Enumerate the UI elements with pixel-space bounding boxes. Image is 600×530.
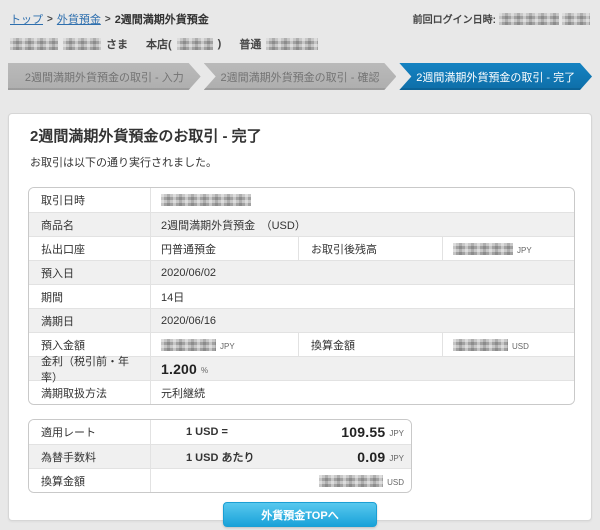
step-input: 2週間満期外貨預金の取引 - 入力 xyxy=(8,63,201,90)
row-value-2: JPY xyxy=(443,237,574,260)
row-value: 2週間満期外貨預金 （USD） xyxy=(151,213,574,236)
rate-basis: 1 USD あたり xyxy=(151,445,281,468)
row-value-2: USD xyxy=(443,333,574,356)
rate-basis: 1 USD = xyxy=(151,420,281,444)
account-info: さま 本店( ) 普通 xyxy=(8,36,592,52)
row-label: 為替手数料 xyxy=(29,445,151,468)
percent-unit: % xyxy=(201,366,208,375)
table-row-applied-rate: 適用レート 1 USD = 109.55 JPY xyxy=(29,420,411,444)
step-indicator: 2週間満期外貨預金の取引 - 入力 2週間満期外貨預金の取引 - 確認 2週間満… xyxy=(8,63,592,90)
rate-value: 0.09 JPY xyxy=(281,445,411,468)
redacted-deposit-amount xyxy=(161,339,216,351)
row-value: 1.200 % xyxy=(151,357,574,380)
redacted-transaction-datetime xyxy=(161,194,251,206)
table-row-interest-rate: 金利（税引前・年率） 1.200 % xyxy=(29,356,574,380)
row-value: 2020/06/16 xyxy=(151,309,574,332)
content-card: 2週間満期外貨預金のお取引 - 完了 お取引は以下の通り実行されました。 取引日… xyxy=(8,113,592,521)
step-complete: 2週間満期外貨預金の取引 - 完了 xyxy=(399,63,592,90)
step-confirm: 2週間満期外貨預金の取引 - 確認 xyxy=(204,63,397,90)
row-label: 払出口座 xyxy=(29,237,151,260)
branch-label: 本店( xyxy=(146,36,172,52)
breadcrumb-current: 2週間満期外貨預金 xyxy=(115,11,209,27)
row-value: 2020/06/02 xyxy=(151,261,574,284)
header: トップ > 外貨預金 > 2週間満期外貨預金 前回ログイン日時: xyxy=(8,8,592,27)
table-row-term: 期間 14日 xyxy=(29,284,574,308)
branch-label-close: ) xyxy=(218,38,222,50)
page: トップ > 外貨預金 > 2週間満期外貨預金 前回ログイン日時: さま 本店( … xyxy=(0,0,600,529)
currency-unit: JPY xyxy=(389,454,404,463)
redacted-converted-amount-usd xyxy=(319,475,383,487)
redacted-converted-amount xyxy=(453,339,508,351)
step-label: 2週間満期外貨預金の取引 - 確認 xyxy=(221,69,380,85)
step-label: 2週間満期外貨預金の取引 - 完了 xyxy=(416,69,575,85)
breadcrumb: トップ > 外貨預金 > 2週間満期外貨預金 xyxy=(10,11,209,27)
table-row-maturity-handling: 満期取扱方法 元利継続 xyxy=(29,380,574,404)
redacted-branch-code xyxy=(177,38,213,50)
redacted-login-time xyxy=(562,13,590,25)
breadcrumb-link-top[interactable]: トップ xyxy=(10,11,43,27)
redacted-customer-name xyxy=(10,38,58,50)
currency-unit: JPY xyxy=(220,342,235,351)
currency-unit: JPY xyxy=(517,246,532,255)
currency-unit: JPY xyxy=(389,429,404,438)
table-row-deposit-date: 預入日 2020/06/02 xyxy=(29,260,574,284)
redacted-customer-name-2 xyxy=(63,38,101,50)
account-type-label: 普通 xyxy=(239,36,261,52)
redacted-balance-after xyxy=(453,243,513,255)
last-login-label: 前回ログイン日時: xyxy=(413,11,496,26)
row-label: 満期取扱方法 xyxy=(29,381,151,404)
step-label: 2週間満期外貨預金の取引 - 入力 xyxy=(25,69,184,85)
row-label: 商品名 xyxy=(29,213,151,236)
row-label: 取引日時 xyxy=(29,188,151,212)
table-row-transaction-datetime: 取引日時 xyxy=(29,188,574,212)
table-row-exchange-fee: 為替手数料 1 USD あたり 0.09 JPY xyxy=(29,444,411,468)
currency-unit: USD xyxy=(387,478,404,487)
rate-table: 適用レート 1 USD = 109.55 JPY 為替手数料 1 USD あたり… xyxy=(28,419,412,493)
row-label-2: お取引後残高 xyxy=(299,237,443,260)
interest-rate-value: 1.200 xyxy=(161,361,197,377)
redacted-account-number xyxy=(266,38,318,50)
redacted-login-date xyxy=(499,13,559,25)
breadcrumb-separator: > xyxy=(105,14,111,25)
row-label: 満期日 xyxy=(29,309,151,332)
currency-unit: USD xyxy=(512,342,529,351)
table-row-converted-amount: 換算金額 USD xyxy=(29,468,411,492)
breadcrumb-link-foreign-deposit[interactable]: 外貨預金 xyxy=(57,11,101,27)
breadcrumb-separator: > xyxy=(47,14,53,25)
row-value: JPY xyxy=(151,333,299,356)
page-subtitle: お取引は以下の通り実行されました。 xyxy=(28,154,572,170)
last-login: 前回ログイン日時: xyxy=(413,11,590,26)
applied-rate-value: 109.55 xyxy=(341,424,385,440)
page-title: 2週間満期外貨預金のお取引 - 完了 xyxy=(28,125,572,146)
row-label: 期間 xyxy=(29,285,151,308)
rate-basis xyxy=(151,469,281,492)
customer-suffix: さま xyxy=(106,36,128,52)
row-value: 円普通預金 xyxy=(151,237,299,260)
transaction-table: 取引日時 商品名 2週間満期外貨預金 （USD） 払出口座 円普通預金 お取引後… xyxy=(28,187,575,405)
table-row-withdrawal-account: 払出口座 円普通預金 お取引後残高 JPY xyxy=(29,236,574,260)
exchange-fee-value: 0.09 xyxy=(357,449,385,465)
row-label: 適用レート xyxy=(29,420,151,444)
button-area: 外貨預金TOPへ xyxy=(28,502,572,527)
rate-value: 109.55 JPY xyxy=(281,420,411,444)
row-label-2: 換算金額 xyxy=(299,333,443,356)
row-label: 換算金額 xyxy=(29,469,151,492)
table-row-product-name: 商品名 2週間満期外貨預金 （USD） xyxy=(29,212,574,236)
table-row-maturity-date: 満期日 2020/06/16 xyxy=(29,308,574,332)
row-value: 元利継続 xyxy=(151,381,574,404)
row-value xyxy=(151,188,574,212)
foreign-deposit-top-button[interactable]: 外貨預金TOPへ xyxy=(223,502,377,527)
row-label: 金利（税引前・年率） xyxy=(29,357,151,380)
rate-value: USD xyxy=(281,469,411,492)
row-label: 預入日 xyxy=(29,261,151,284)
row-value: 14日 xyxy=(151,285,574,308)
